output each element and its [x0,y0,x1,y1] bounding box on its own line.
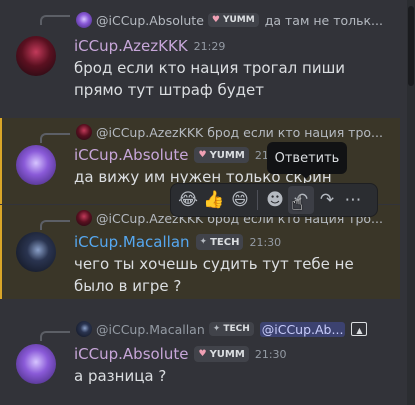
avatar[interactable] [16,344,56,384]
reply-text: да там не тольк... [264,12,383,28]
reply-text: брод если кто нация тро... [207,124,383,140]
message-actions-toolbar: 😂 👍 😄 ☻ ↶ ↷ ⋯ [170,183,378,217]
reply-tooltip: Ответить [267,142,347,174]
message-macallan[interactable]: @iCCup.AzezKKK брод если кто нация тро..… [0,205,400,299]
gear-icon: ✦ [199,237,208,247]
grinning-emoji-icon[interactable]: 😄 [227,186,253,214]
reply-avatar [76,12,92,28]
reply-avatar [76,321,92,337]
heart-icon: ♥ [211,15,220,25]
thumbs-up-emoji-icon[interactable]: 👍 [201,186,227,214]
message-absolute-2[interactable]: @iCCup.Macallan ✦ TECH @iCCup.Ab... ▲ iCC… [0,308,400,405]
author-name[interactable]: iCCup.AzezKKK [74,37,188,55]
role-tag: ♥ YUMM [207,13,259,27]
message-text: чего ты хочешь судить тут тебе не было в… [74,255,354,295]
avatar[interactable] [16,145,56,185]
forward-icon[interactable]: ↷ [314,186,340,214]
reply-author[interactable]: @iCCup.AzezKKK [96,125,203,140]
add-reaction-icon[interactable]: ☻ [262,186,288,214]
timestamp: 21:30 [249,235,282,249]
toolbar-divider [257,190,258,210]
timestamp: 21:30 [254,347,287,361]
role-tag: ✦ TECH [208,322,254,336]
image-icon: ▲ [351,322,368,336]
reply-preview[interactable]: @iCCup.Absolute ♥ YUMM да там не тольк... [76,10,383,30]
chat-log: @iCCup.Absolute ♥ YUMM да там не тольк...… [0,0,415,405]
scrollbar-thumb[interactable] [408,6,414,86]
reply-preview[interactable]: @iCCup.AzezKKK брод если кто нация тро..… [76,122,383,142]
laughing-emoji-icon[interactable]: 😂 [175,186,201,214]
hand-cursor-icon: ☝ [291,191,304,215]
role-tag: ♥ YUMM [194,346,249,362]
scrollbar[interactable] [407,0,415,405]
message-azezkkk[interactable]: @iCCup.Absolute ♥ YUMM да там не тольк...… [0,0,400,110]
message-text: брод если кто нация трогал пиши прямо ту… [74,59,346,99]
avatar[interactable] [16,232,56,272]
message-text: а разница ? [74,367,167,385]
author-name[interactable]: iCCup.Absolute [74,345,188,363]
tooltip-arrow [300,173,312,179]
more-icon[interactable]: ⋯ [340,186,366,214]
reply-avatar [76,124,92,140]
role-tag: ✦ TECH [195,234,244,250]
reply-avatar [76,210,92,226]
reply-preview[interactable]: @iCCup.Macallan ✦ TECH @iCCup.Ab... ▲ [76,319,368,339]
mention[interactable]: @iCCup.Ab... [259,321,346,337]
gear-icon: ✦ [212,324,221,334]
author-name[interactable]: iCCup.Macallan [74,233,190,251]
avatar[interactable] [16,36,56,76]
heart-icon: ♥ [198,150,207,160]
author-name[interactable]: iCCup.Absolute [74,146,188,164]
timestamp: 21:29 [193,39,226,53]
reply-author[interactable]: @iCCup.Macallan [96,322,205,337]
heart-icon: ♥ [198,349,207,359]
role-tag: ♥ YUMM [194,147,249,163]
reply-author[interactable]: @iCCup.Absolute [96,13,204,28]
